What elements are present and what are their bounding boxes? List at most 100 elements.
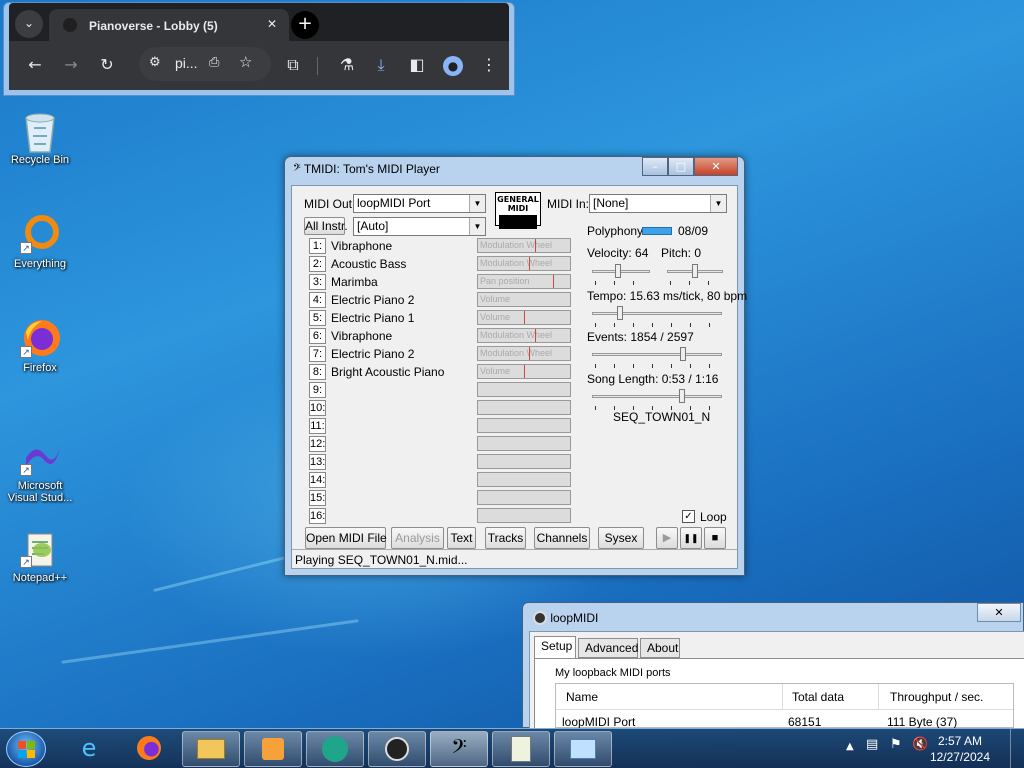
slider-thumb[interactable]: [680, 347, 686, 361]
midi-out-select[interactable]: loopMIDI Port ▼: [353, 194, 486, 213]
play-icon[interactable]: ▶: [656, 527, 678, 549]
channel-number[interactable]: 11:: [309, 418, 326, 434]
tab-advanced[interactable]: Advanced: [578, 638, 638, 658]
internet-explorer-icon[interactable]: e: [60, 731, 118, 767]
notepad-taskbar-icon[interactable]: [492, 731, 550, 767]
channel-number[interactable]: 1:: [309, 238, 326, 254]
channel-number[interactable]: 8:: [309, 364, 326, 380]
menu-icon[interactable]: ⋮: [477, 53, 501, 77]
channel-number[interactable]: 14:: [309, 472, 326, 488]
pitch-slider[interactable]: [667, 264, 723, 285]
close-button[interactable]: ✕: [694, 157, 738, 176]
channel-controller-bar[interactable]: [477, 418, 571, 433]
labs-flask-icon[interactable]: ⚗: [335, 53, 359, 77]
channel-controller-bar[interactable]: Volume: [477, 292, 571, 307]
show-desktop-button[interactable]: [1010, 729, 1024, 768]
download-icon[interactable]: ⤓: [369, 53, 393, 77]
instrument-select[interactable]: [Auto] ▼: [353, 217, 486, 236]
desktop-icon-firefox[interactable]: ↗ Firefox: [4, 318, 76, 374]
channel-controller-bar[interactable]: Modulation Wheel: [477, 238, 571, 253]
back-icon[interactable]: ←: [23, 53, 47, 77]
channel-controller-bar[interactable]: [477, 472, 571, 487]
tab-setup[interactable]: Setup: [534, 636, 576, 658]
tab-search-icon[interactable]: ⌄: [15, 10, 43, 38]
all-instr-button[interactable]: All Instr.: [304, 217, 348, 235]
reload-icon[interactable]: ↻: [95, 53, 119, 77]
side-panel-icon[interactable]: ◧: [405, 53, 429, 77]
column-header-name[interactable]: Name: [566, 690, 598, 704]
site-info-icon[interactable]: ⚙: [149, 54, 161, 70]
channel-number[interactable]: 5:: [309, 310, 326, 326]
channel-controller-bar[interactable]: Pan position: [477, 274, 571, 289]
channel-number[interactable]: 3:: [309, 274, 326, 290]
channel-number[interactable]: 2:: [309, 256, 326, 272]
channel-number[interactable]: 7:: [309, 346, 326, 362]
slider-thumb[interactable]: [679, 389, 685, 403]
channel-number[interactable]: 9:: [309, 382, 326, 398]
tab-about[interactable]: About: [640, 638, 680, 658]
extensions-icon[interactable]: ⧉: [281, 53, 305, 77]
song-position-slider[interactable]: [592, 389, 722, 410]
channel-controller-bar[interactable]: Modulation Wheel: [477, 346, 571, 361]
control-panel-icon[interactable]: [554, 731, 612, 767]
music-app-icon[interactable]: [306, 731, 364, 767]
bookmark-star-icon[interactable]: ☆: [239, 53, 252, 71]
desktop-icon-notepad-plus-plus[interactable]: ↗ Notepad++: [4, 528, 76, 584]
column-header-throughput[interactable]: Throughput / sec.: [890, 690, 983, 704]
channel-controller-bar[interactable]: Volume: [477, 364, 571, 379]
channel-controller-bar[interactable]: [477, 382, 571, 397]
tab-pianoverse[interactable]: Pianoverse - Lobby (5) ✕: [49, 9, 289, 41]
channel-number[interactable]: 15:: [309, 490, 326, 506]
file-explorer-icon[interactable]: [182, 731, 240, 767]
network-icon[interactable]: ▤: [866, 737, 878, 752]
column-header-total-data[interactable]: Total data: [792, 690, 844, 704]
tab-close-icon[interactable]: ✕: [267, 17, 277, 31]
omnibox[interactable]: ⚙ pi... ⎙ ☆: [139, 47, 271, 81]
loop-checkbox[interactable]: ✓: [682, 510, 695, 523]
channel-controller-bar[interactable]: Modulation Wheel: [477, 328, 571, 343]
minimize-button[interactable]: –: [642, 157, 668, 176]
maximize-button[interactable]: □: [668, 157, 694, 176]
events-slider[interactable]: [592, 347, 722, 368]
start-button[interactable]: [6, 731, 46, 767]
analysis-button[interactable]: Analysis: [391, 527, 444, 549]
tempo-slider[interactable]: [592, 306, 722, 327]
pause-icon[interactable]: ❚❚: [680, 527, 702, 549]
tracks-button[interactable]: Tracks: [485, 527, 526, 549]
show-hidden-icons-icon[interactable]: ▲: [846, 741, 854, 752]
slider-thumb[interactable]: [615, 264, 621, 278]
channel-number[interactable]: 13:: [309, 454, 326, 470]
channels-button[interactable]: Channels: [534, 527, 590, 549]
desktop-icon-recycle-bin[interactable]: Recycle Bin: [4, 110, 76, 166]
channel-controller-bar[interactable]: [477, 508, 571, 523]
channel-controller-bar[interactable]: [477, 490, 571, 505]
channel-controller-bar[interactable]: Modulation Wheel: [477, 256, 571, 271]
channel-number[interactable]: 12:: [309, 436, 326, 452]
forward-icon[interactable]: →: [59, 53, 83, 77]
channel-controller-bar[interactable]: [477, 400, 571, 415]
media-player-icon[interactable]: [244, 731, 302, 767]
desktop-icon-everything[interactable]: ↗ Everything: [4, 214, 76, 270]
channel-number[interactable]: 6:: [309, 328, 326, 344]
taskbar-firefox-icon[interactable]: [120, 731, 178, 767]
channel-number[interactable]: 10:: [309, 400, 326, 416]
desktop-icon-visual-studio[interactable]: ↗ Microsoft Visual Stud...: [4, 436, 76, 504]
tmidi-taskbar-icon[interactable]: 𝄢: [430, 731, 488, 767]
midi-device-icon[interactable]: [368, 731, 426, 767]
channel-number[interactable]: 4:: [309, 292, 326, 308]
midi-in-select[interactable]: [None] ▼: [589, 194, 727, 213]
clock[interactable]: 2:57 AM 12/27/2024: [930, 733, 990, 765]
sysex-button[interactable]: Sysex: [598, 527, 644, 549]
slider-thumb[interactable]: [617, 306, 623, 320]
velocity-slider[interactable]: [592, 264, 650, 285]
channel-controller-bar[interactable]: [477, 436, 571, 451]
slider-thumb[interactable]: [692, 264, 698, 278]
close-button[interactable]: ✕: [977, 603, 1021, 622]
install-app-icon[interactable]: ⎙: [209, 54, 219, 70]
new-tab-icon[interactable]: +: [291, 11, 319, 39]
text-button[interactable]: Text: [447, 527, 476, 549]
channel-number[interactable]: 16:: [309, 508, 326, 524]
volume-muted-icon[interactable]: 🔇: [912, 737, 928, 752]
action-center-flag-icon[interactable]: ⚑: [890, 737, 902, 752]
profile-avatar-icon[interactable]: ●: [441, 53, 465, 77]
